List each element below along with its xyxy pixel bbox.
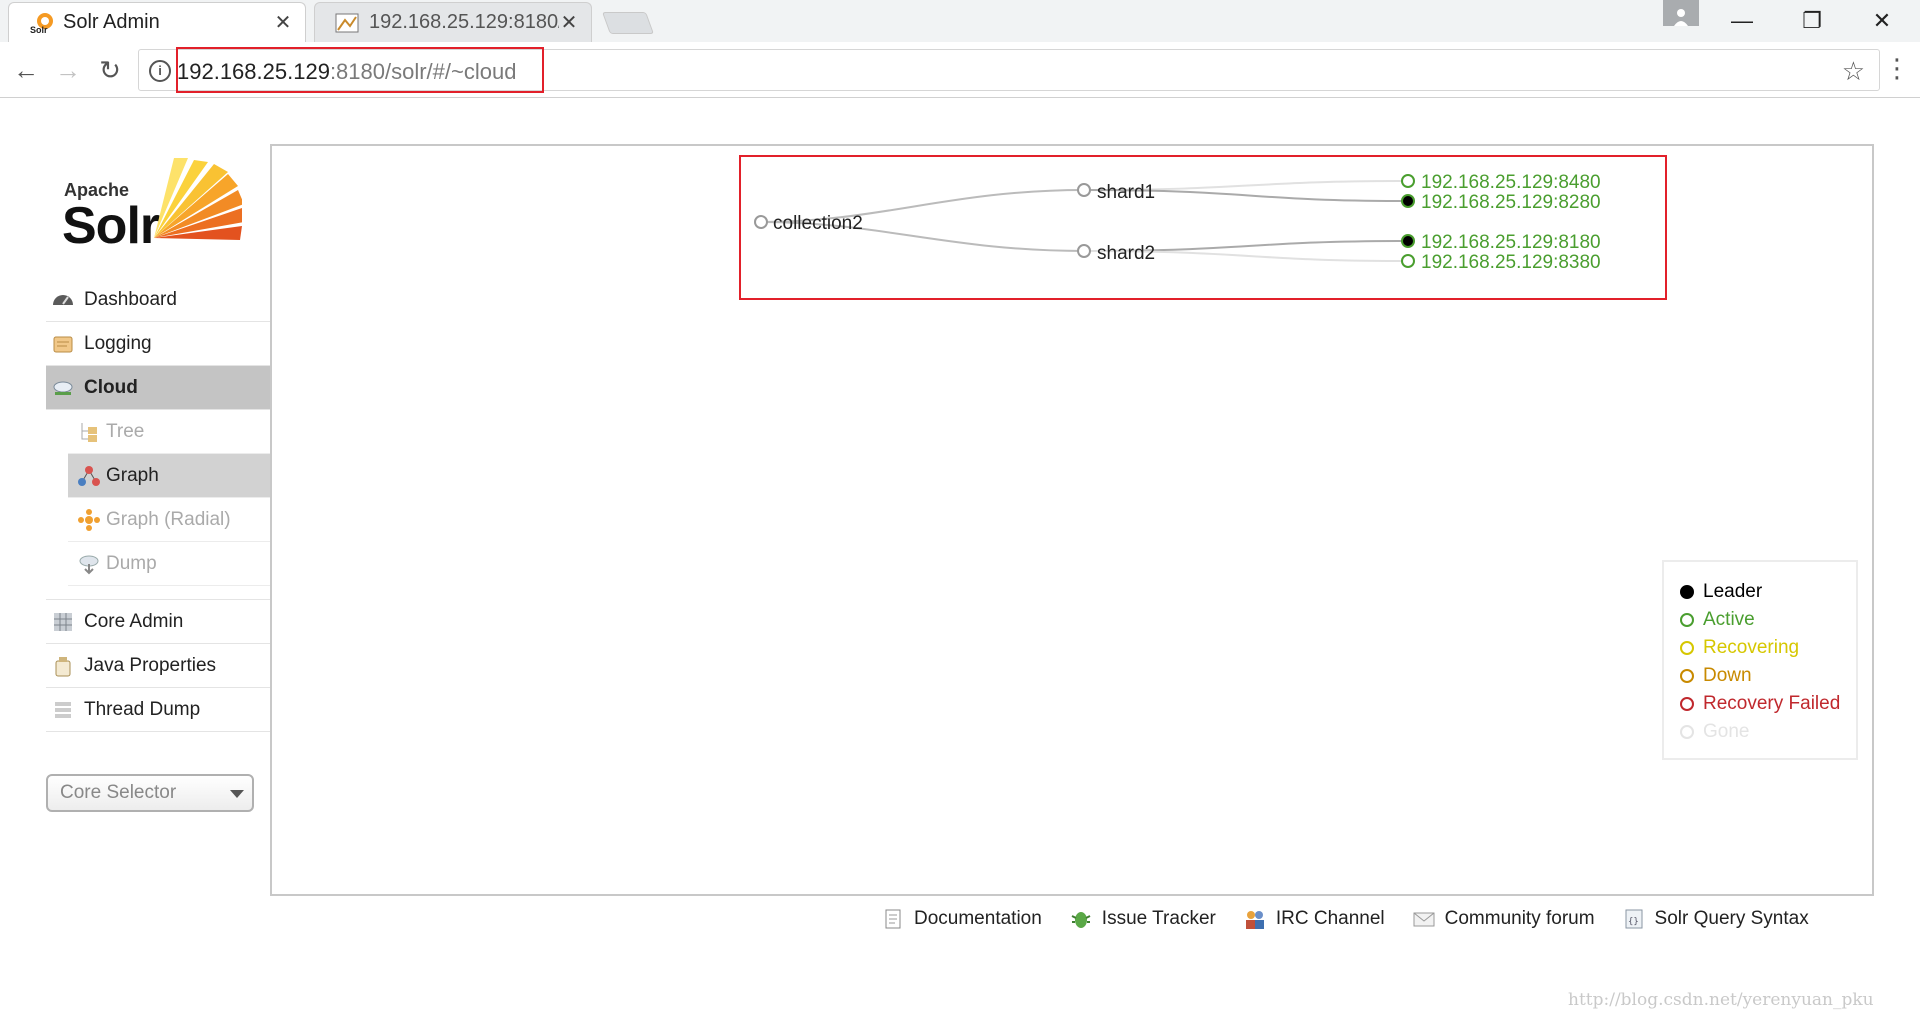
core-selector-label: Core Selector — [60, 782, 177, 803]
browser-tabstrip: Solr Solr Admin ✕ 192.168.25.129:8180/sc… — [0, 0, 1920, 42]
close-icon[interactable]: ✕ — [273, 10, 293, 35]
sidebar-item-label: Cloud — [84, 376, 138, 398]
mail-icon — [1413, 912, 1435, 927]
irc-icon — [1245, 911, 1264, 929]
sidebar-item-label: Java Properties — [84, 654, 217, 676]
footer-solr-query-syntax-link[interactable]: {} Solr Query Syntax — [1623, 908, 1809, 930]
solr-favicon-icon: Solr — [30, 12, 53, 35]
java-properties-icon — [55, 657, 71, 677]
sidebar-item-label: Graph — [106, 464, 159, 486]
back-arrow-icon[interactable]: ← — [8, 52, 44, 88]
tab-title: Solr Admin — [63, 11, 160, 33]
solr-logo[interactable]: Apache Solr — [62, 156, 246, 255]
forward-arrow-icon[interactable]: → — [50, 52, 86, 88]
tab-solr-admin[interactable]: Solr Solr Admin ✕ — [8, 2, 306, 42]
footer-documentation-link[interactable]: Documentation — [882, 908, 1042, 930]
core-admin-icon — [54, 613, 72, 631]
legend-dot-icon — [1680, 613, 1694, 627]
cloud-icon — [53, 381, 73, 395]
legend-leader: Leader — [1680, 578, 1856, 606]
legend-down: Down — [1680, 662, 1856, 690]
logging-icon — [53, 336, 73, 353]
sidebar-item-java-properties[interactable]: Java Properties — [46, 644, 270, 688]
bug-icon — [1071, 912, 1091, 928]
legend-label: Active — [1703, 609, 1755, 630]
legend-label: Recovery Failed — [1703, 693, 1841, 714]
minimize-icon[interactable]: — — [1712, 0, 1772, 42]
legend-label: Down — [1703, 665, 1752, 686]
core-selector-dropdown[interactable]: Core Selector — [46, 774, 254, 812]
dump-icon — [79, 555, 99, 575]
sidebar-item-label: Graph (Radial) — [106, 508, 231, 530]
sidebar-item-logging[interactable]: Logging — [46, 322, 270, 366]
tab-title: 192.168.25.129:8180/sc — [369, 11, 559, 33]
sidebar-item-graph-radial[interactable]: Graph (Radial) — [68, 498, 270, 542]
solr-sun-icon — [154, 158, 242, 240]
footer-links: Documentation Issue Tracker IRC Channel … — [882, 904, 1837, 934]
query-syntax-icon: {} — [1625, 909, 1643, 929]
legend-active: Active — [1680, 606, 1856, 634]
browser-toolbar: ← → ↻ i 192.168.25.129:8180/solr/#/~clou… — [0, 42, 1920, 98]
sidebar-item-tree[interactable]: Tree — [68, 410, 270, 454]
legend-recovering: Recovering — [1680, 634, 1856, 662]
url-highlight-box — [176, 47, 544, 93]
sidebar-item-label: Dashboard — [84, 288, 177, 310]
sidebar-item-label: Tree — [106, 420, 145, 442]
footer-irc-channel-link[interactable]: IRC Channel — [1244, 908, 1385, 930]
close-icon[interactable]: ✕ — [559, 10, 579, 35]
sidebar-item-thread-dump[interactable]: Thread Dump — [46, 688, 270, 732]
graph-radial-icon — [78, 509, 100, 531]
legend-gone: Gone — [1680, 718, 1856, 746]
legend-label: Gone — [1703, 721, 1750, 742]
address-bar[interactable]: i 192.168.25.129:8180/solr/#/~cloud ☆ — [138, 47, 1880, 93]
sidebar-item-label: Dump — [106, 552, 157, 574]
sidebar-item-dashboard[interactable]: Dashboard — [46, 278, 270, 322]
legend-dot-icon — [1680, 725, 1694, 739]
tree-icon — [81, 423, 97, 442]
sidebar-item-label: Logging — [84, 332, 152, 354]
sidebar-item-graph[interactable]: Graph — [68, 454, 270, 498]
chevron-down-icon — [230, 790, 244, 798]
footer-issue-tracker-link[interactable]: Issue Tracker — [1070, 908, 1216, 930]
sidebar-item-core-admin[interactable]: Core Admin — [46, 600, 270, 644]
dashboard-icon — [53, 295, 73, 305]
watermark-text: http://blog.csdn.net/yerenyuan_pku — [1568, 990, 1874, 1010]
window-close-icon[interactable]: ✕ — [1852, 0, 1912, 42]
browser-menu-icon[interactable]: ⋮ — [1884, 52, 1910, 88]
restore-icon[interactable]: ❐ — [1782, 0, 1842, 42]
legend-dot-icon — [1680, 669, 1694, 683]
legend-label: Leader — [1703, 581, 1763, 602]
documentation-icon — [885, 909, 901, 929]
sidebar-item-dump[interactable]: Dump — [68, 542, 270, 586]
info-icon[interactable]: i — [149, 60, 171, 82]
cloud-submenu: Tree Graph Graph (Radial) Dump — [68, 410, 270, 586]
bookmark-star-icon[interactable]: ☆ — [1842, 56, 1865, 87]
sidebar-item-label: Core Admin — [84, 610, 184, 632]
graph-legend: Leader Active Recovering Down Recovery F… — [1662, 560, 1858, 760]
footer-community-forum-link[interactable]: Community forum — [1413, 908, 1595, 930]
tab-graph-image[interactable]: 192.168.25.129:8180/sc ✕ — [314, 2, 592, 42]
legend-label: Recovering — [1703, 637, 1800, 658]
reload-icon[interactable]: ↻ — [92, 52, 128, 88]
thread-dump-icon — [55, 702, 71, 718]
sidebar-item-cloud[interactable]: Cloud — [46, 366, 270, 410]
new-tab-button[interactable] — [601, 12, 655, 34]
legend-dot-icon — [1680, 585, 1694, 599]
svg-text:{}: {} — [1628, 917, 1639, 927]
graph-highlight-box — [739, 155, 1667, 300]
legend-recovery-failed: Recovery Failed — [1680, 690, 1856, 718]
image-favicon-icon — [335, 13, 359, 32]
sidebar-nav: Dashboard Logging Cloud Tree Graph Graph… — [46, 278, 270, 732]
graph-icon — [78, 466, 100, 486]
svg-text:Solr: Solr — [30, 25, 48, 35]
profile-icon[interactable] — [1663, 0, 1699, 26]
sidebar-item-label: Thread Dump — [84, 698, 201, 720]
legend-dot-icon — [1680, 641, 1694, 655]
legend-dot-icon — [1680, 697, 1694, 711]
